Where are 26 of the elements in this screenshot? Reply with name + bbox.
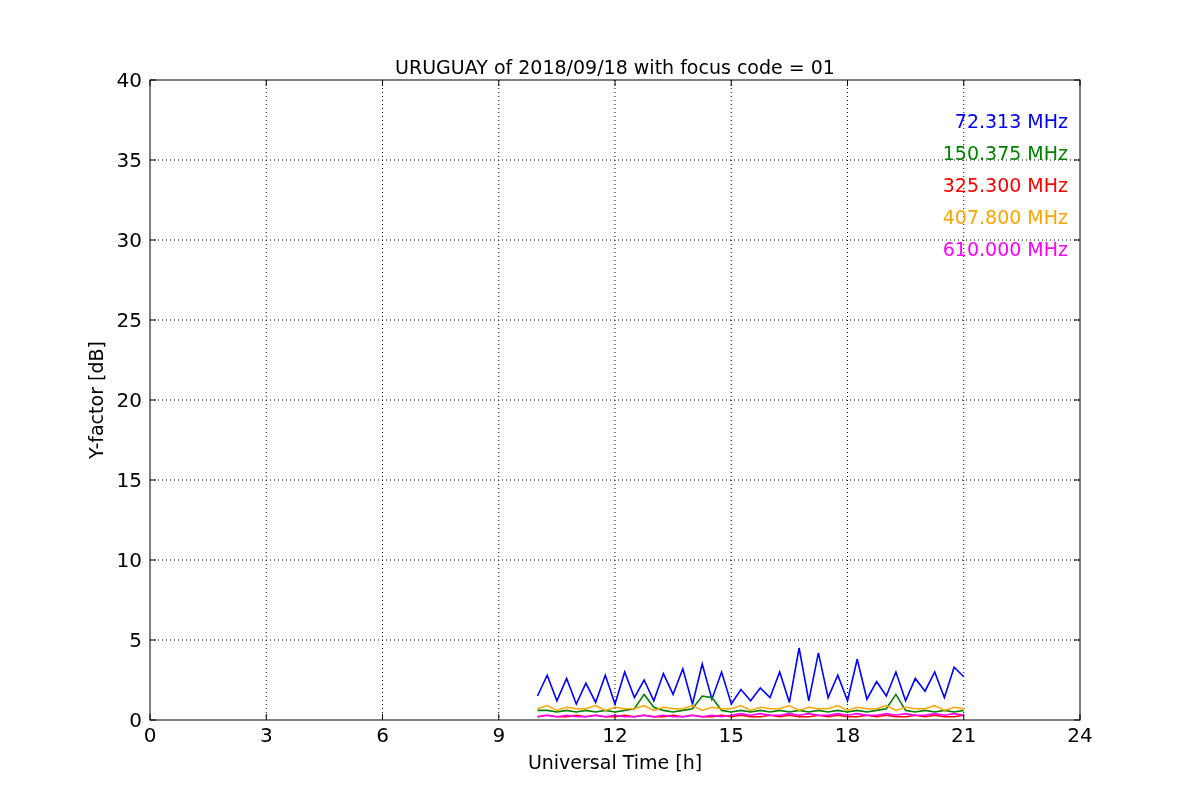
x-tick-label: 9 — [492, 723, 506, 747]
y-tick-label: 15 — [116, 468, 142, 492]
y-tick-label: 10 — [116, 548, 142, 572]
legend-label: 72.313 MHz — [954, 110, 1068, 132]
chart-title: URUGUAY of 2018/09/18 with focus code = 01 — [395, 56, 835, 78]
y-tick-label: 30 — [116, 228, 142, 252]
x-tick-label: 6 — [376, 723, 389, 747]
x-axis-label: Universal Time [h] — [527, 751, 703, 773]
legend-label: 150.375 MHz — [942, 142, 1068, 164]
legend-label: 407.800 MHz — [942, 206, 1068, 228]
legend-label: 325.300 MHz — [942, 174, 1068, 196]
x-tick-label: 21 — [951, 723, 977, 747]
y-tick-label: 25 — [116, 308, 142, 332]
x-tick-label: 24 — [1067, 723, 1093, 747]
y-tick-label: 20 — [116, 388, 142, 412]
y-tick-label: 40 — [116, 68, 142, 92]
y-tick-label: 5 — [129, 628, 142, 652]
x-tick-label: 0 — [143, 723, 157, 747]
legend-label: 610.000 MHz — [942, 238, 1068, 260]
y-tick-label: 0 — [129, 708, 142, 732]
x-tick-label: 18 — [834, 723, 861, 747]
x-tick-label: 3 — [259, 723, 273, 747]
x-tick-label: 12 — [602, 723, 628, 747]
x-tick-label: 15 — [718, 723, 744, 747]
y-tick-label: 35 — [116, 148, 142, 172]
y-axis-label: Y-factor [dB] — [85, 341, 107, 459]
